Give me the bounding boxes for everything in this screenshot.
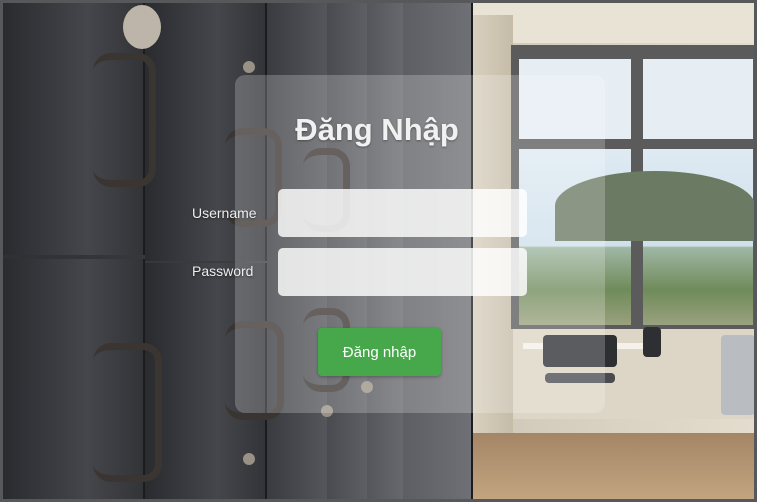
lock-icon <box>243 61 255 73</box>
chair <box>643 327 661 357</box>
chair <box>721 335 754 415</box>
lock-icon <box>243 453 255 465</box>
window-pane <box>643 59 753 139</box>
login-title: Đăng Nhập <box>295 112 459 147</box>
locker-handle <box>93 53 156 187</box>
ceiling <box>473 3 754 43</box>
locker-handle <box>93 343 162 482</box>
password-label: Password <box>192 263 254 279</box>
floor <box>473 433 754 499</box>
username-label: Username <box>192 205 257 221</box>
password-input[interactable] <box>278 248 527 296</box>
key-tag <box>123 5 161 49</box>
username-input[interactable] <box>278 189 527 237</box>
login-button[interactable]: Đăng nhập <box>318 328 441 376</box>
